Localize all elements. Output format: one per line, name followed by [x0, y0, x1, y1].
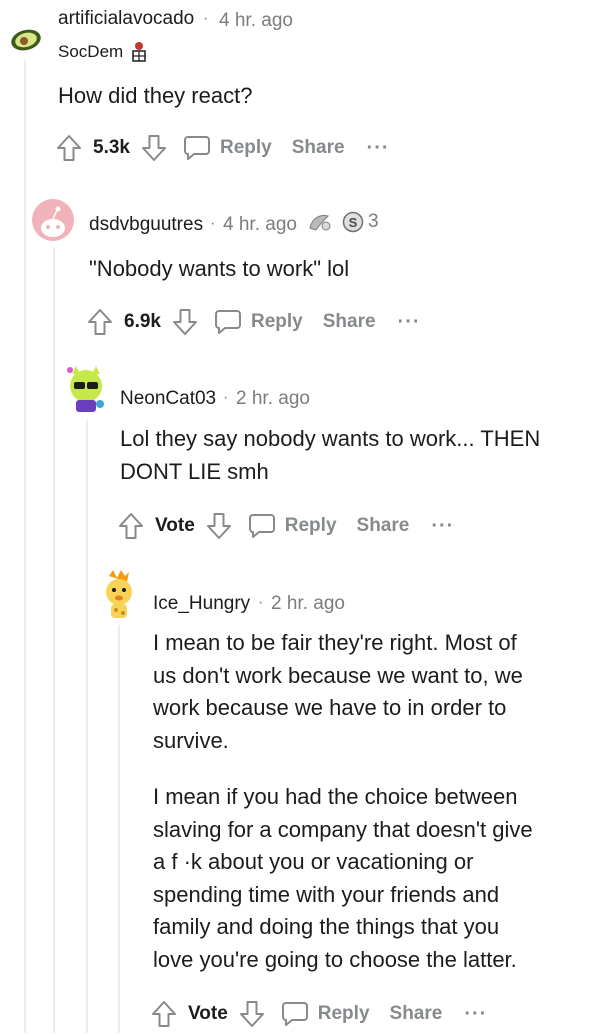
avatar[interactable] [64, 364, 108, 414]
separator-dot: · [210, 215, 216, 232]
avatar[interactable] [8, 26, 42, 52]
avatar[interactable] [32, 199, 74, 241]
timestamp[interactable]: 2 hr. ago [236, 388, 310, 410]
comment-line: love you're going to choose the latter. [153, 946, 517, 972]
rose-flair-icon [129, 40, 149, 64]
vote-count: 6.9k [124, 311, 161, 332]
award-count: 3 [368, 211, 379, 232]
vote-label: Vote [188, 1003, 228, 1024]
timestamp[interactable]: 4 hr. ago [219, 10, 293, 32]
comment-bubble-icon[interactable] [182, 133, 212, 163]
comment-line: us don't work because we want to, we [153, 662, 523, 688]
comment-line: survive. [153, 727, 229, 753]
username[interactable]: artificialavocado [58, 8, 194, 30]
reply-button[interactable]: Reply [220, 137, 272, 159]
comment-bubble-icon[interactable] [280, 999, 310, 1029]
thread-line-3[interactable] [86, 420, 88, 1033]
comment-actions: Vote Reply Share ··· [150, 994, 487, 1034]
downvote-icon[interactable] [238, 999, 266, 1029]
comment-actions: 6.9k Reply Share ··· [86, 302, 421, 342]
comment-line: Lol they say nobody wants to work... THE… [120, 426, 541, 451]
comment-actions: Vote Reply Share ··· [117, 506, 454, 546]
comment-line: a f ·k about you or vacationing or [153, 849, 474, 874]
timestamp[interactable]: 4 hr. ago [223, 214, 297, 236]
giraffe-avatar-icon [106, 570, 132, 618]
share-button[interactable]: Share [357, 515, 410, 537]
thread-line-2[interactable] [53, 248, 55, 1033]
comment-bubble-icon[interactable] [213, 307, 243, 337]
more-options-icon[interactable]: ··· [431, 516, 454, 536]
silver-award-icon[interactable]: S [342, 211, 364, 233]
upvote-icon[interactable] [55, 133, 83, 163]
separator-dot: · [223, 389, 229, 406]
comment-body: Lol they say nobody wants to work... THE… [120, 423, 540, 488]
username[interactable]: Ice_Hungry [153, 593, 250, 615]
comment-body: How did they react? [58, 80, 252, 113]
comment-actions: 5.3k Reply Share ··· [55, 128, 390, 168]
vote-count: 5.3k [93, 137, 130, 158]
comment-line: family and doing the things that you [153, 914, 500, 939]
comment-line: I mean to be fair they're right. Most of [153, 630, 517, 655]
comment-line: work because we have to in order to [153, 695, 507, 720]
neon-cat-avatar-icon [67, 366, 104, 412]
svg-text:S: S [349, 215, 358, 230]
timestamp[interactable]: 2 hr. ago [271, 593, 345, 615]
reply-button[interactable]: Reply [285, 515, 337, 537]
comment-line: DONT LIE smh [120, 458, 269, 484]
share-button[interactable]: Share [292, 137, 345, 159]
snoo-avatar-icon [41, 206, 65, 237]
avatar[interactable] [97, 568, 141, 622]
share-button[interactable]: Share [390, 1003, 443, 1025]
comment-body: I mean to be fair they're right. Most of… [153, 627, 533, 976]
share-button[interactable]: Share [323, 311, 376, 333]
more-options-icon[interactable]: ··· [464, 1004, 487, 1024]
comment-bubble-icon[interactable] [247, 511, 277, 541]
more-options-icon[interactable]: ··· [398, 312, 421, 332]
comment-line: "Nobody wants to work" lol [89, 256, 350, 281]
upvote-icon[interactable] [86, 307, 114, 337]
comment-line: I mean if you had the choice between [153, 784, 518, 809]
comment-line: How did they react? [58, 83, 253, 108]
comment-line: spending time with your friends and [153, 881, 500, 907]
reply-button[interactable]: Reply [318, 1003, 370, 1025]
thread-line-4[interactable] [118, 625, 120, 1033]
username[interactable]: NeonCat03 [120, 388, 216, 410]
separator-dot: · [258, 594, 264, 611]
username[interactable]: dsdvbguutres [89, 214, 203, 236]
downvote-icon[interactable] [140, 133, 168, 163]
reply-button[interactable]: Reply [251, 311, 303, 333]
award-icon[interactable] [306, 210, 334, 234]
thread-line-1[interactable] [24, 60, 26, 1033]
more-options-icon[interactable]: ··· [367, 138, 390, 158]
comment-line: slaving for a company that doesn't give [153, 816, 533, 842]
upvote-icon[interactable] [150, 999, 178, 1029]
vote-label: Vote [155, 515, 195, 536]
separator-dot: · [203, 10, 209, 27]
avocado-avatar-icon [11, 29, 41, 51]
downvote-icon[interactable] [205, 511, 233, 541]
comment-body: "Nobody wants to work" lol [89, 253, 349, 286]
downvote-icon[interactable] [171, 307, 199, 337]
upvote-icon[interactable] [117, 511, 145, 541]
user-flair: SocDem [58, 42, 124, 61]
